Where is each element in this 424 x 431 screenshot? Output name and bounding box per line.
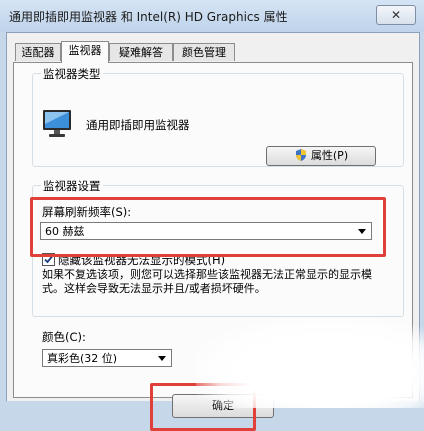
tab-adapter[interactable]: 适配器 <box>15 43 61 61</box>
tab-monitor[interactable]: 监视器 <box>61 41 109 63</box>
white-brush-overlay <box>196 318 424 408</box>
monitor-name: 通用即插即用监视器 <box>86 118 190 132</box>
hide-modes-note: 如果不复选该项，则您可以选择那些该监视器无法正常显示的显示模式。这样会导致无法显… <box>42 268 372 295</box>
properties-button[interactable]: 属性(P) <box>266 146 376 166</box>
window-title: 通用即插即用监视器 和 Intel(R) HD Graphics 属性 <box>9 10 288 24</box>
close-button[interactable]: ✕ <box>376 5 416 25</box>
tab-troubleshoot[interactable]: 疑难解答 <box>109 43 173 61</box>
color-depth-dropdown[interactable]: 真彩色(32 位) <box>42 349 172 367</box>
properties-label: 属性(P) <box>310 149 349 162</box>
refresh-highlight-box <box>30 197 386 257</box>
color-depth-value: 真彩色(32 位) <box>47 352 118 365</box>
close-icon: ✕ <box>390 8 402 22</box>
monitor-type-title: 监视器类型 <box>41 66 103 82</box>
title-bar: 通用即插即用监视器 和 Intel(R) HD Graphics 属性 ✕ <box>0 0 424 32</box>
monitor-settings-title: 监视器设置 <box>41 178 103 194</box>
chevron-down-icon <box>158 356 166 361</box>
tab-color-management[interactable]: 颜色管理 <box>173 43 235 61</box>
color-label: 颜色(C): <box>42 330 86 344</box>
monitor-icon <box>43 110 71 137</box>
uac-shield-icon <box>295 149 306 161</box>
